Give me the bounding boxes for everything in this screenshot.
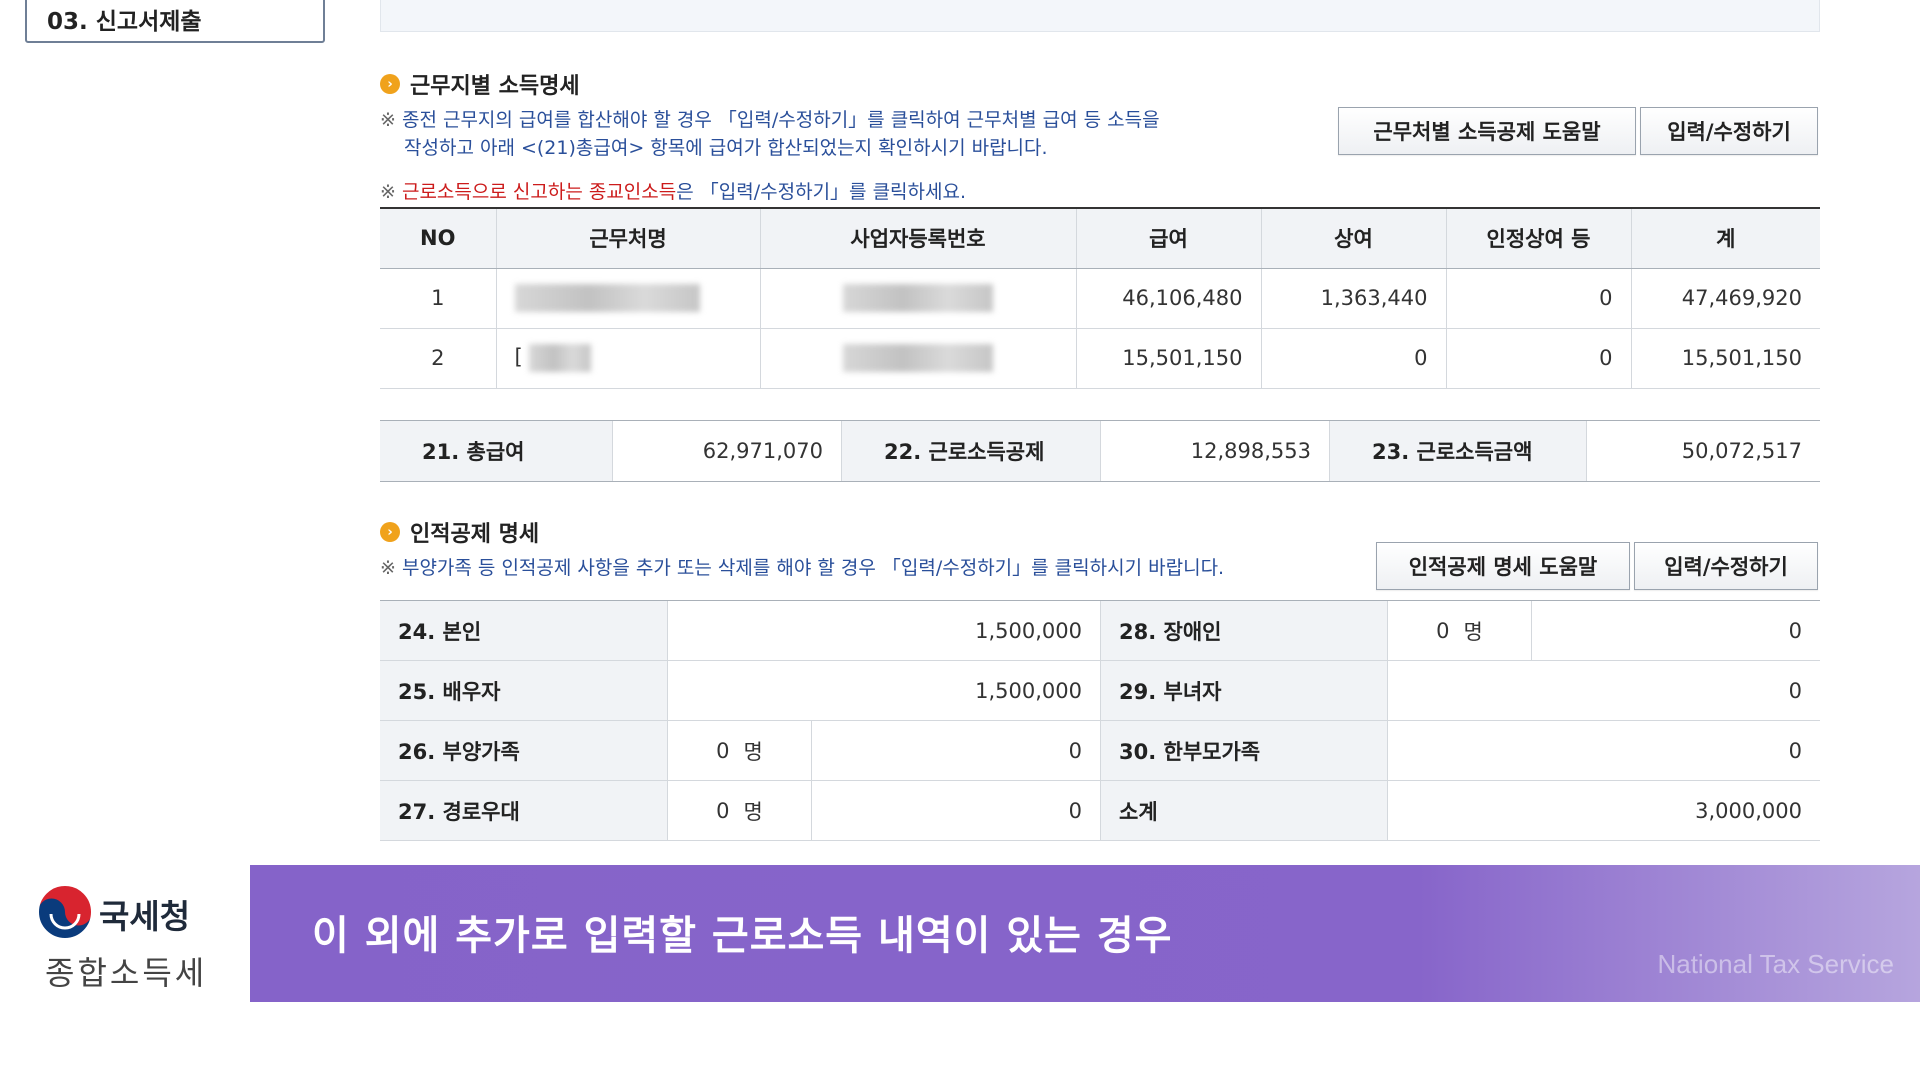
income-amount-label: 23. 근로소득금액 — [1330, 421, 1586, 481]
taegeuk-logo-icon — [37, 884, 93, 940]
work-note-line2: 작성하고 아래 <(21)총급여> 항목에 급여가 합산되었는지 확인하시기 바… — [404, 137, 1048, 159]
col-header-salary: 급여 — [1075, 207, 1261, 269]
col-header-name: 근무처명 — [495, 207, 760, 269]
personal-note: ※ 부양가족 등 인적공제 사항을 추가 또는 삭제를 해야 할 경우 「입력/… — [380, 554, 1224, 582]
cell-name-redacted: [ — [495, 328, 760, 389]
subtotal-value: 3,000,000 — [1387, 781, 1820, 840]
col-header-bizno: 사업자등록번호 — [759, 207, 1076, 269]
elderly-value: 0 — [811, 781, 1100, 840]
religious-note-rest: 은 「입력/수정하기」를 클릭하세요. — [676, 181, 967, 203]
cell-salary: 15,501,150 — [1075, 328, 1261, 389]
spouse-label: 25. 배우자 — [380, 661, 667, 720]
work-section-title-text: 근무지별 소득명세 — [410, 74, 580, 99]
income-summary: 21. 총급여 62,971,070 22. 근로소득공제 12,898,553… — [380, 420, 1820, 482]
cell-salary: 46,106,480 — [1075, 268, 1261, 329]
table-row: 25. 배우자 1,500,000 29. 부녀자 0 — [380, 661, 1820, 721]
cell-bonus: 1,363,440 — [1260, 268, 1446, 329]
redacted-block — [514, 284, 700, 312]
work-note-line1: 종전 근무지의 급여를 합산해야 할 경우 「입력/수정하기」를 클릭하여 근무… — [401, 109, 1160, 131]
deduction-label: 22. 근로소득공제 — [842, 421, 1100, 481]
work-edit-button[interactable]: 입력/수정하기 — [1640, 107, 1818, 155]
note-mark: ※ — [380, 109, 396, 131]
personal-note-text: 부양가족 등 인적공제 사항을 추가 또는 삭제를 해야 할 경우 「입력/수정… — [401, 557, 1225, 579]
elderly-label: 27. 경로우대 — [380, 781, 667, 840]
note-mark: ※ — [380, 181, 396, 203]
table-row: 27. 경로우대 0명 0 소계 3,000,000 — [380, 781, 1820, 841]
unit-label: 명 — [743, 739, 763, 764]
chevron-right-icon: › — [380, 74, 400, 94]
col-header-bonus: 상여 — [1260, 207, 1446, 269]
work-section-title: › 근무지별 소득명세 — [380, 68, 580, 100]
self-label: 24. 본인 — [380, 601, 667, 660]
income-amount-value: 50,072,517 — [1586, 421, 1820, 481]
cell-no: 1 — [380, 268, 496, 329]
table-row: 2 [ 15,501,150 0 0 15,501,150 — [380, 328, 1820, 389]
banner-caption: 이 외에 추가로 입력할 근로소득 내역이 있는 경우 — [312, 913, 1173, 959]
name-fragment: [ — [514, 345, 523, 369]
dependents-count-value: 0 — [716, 738, 730, 763]
personal-section-title: › 인적공제 명세 — [380, 516, 539, 548]
table-header-row: NO 근무처명 사업자등록번호 급여 상여 인정상여 등 계 — [380, 207, 1820, 269]
personal-help-button[interactable]: 인적공제 명세 도움말 — [1376, 542, 1630, 590]
female-value: 0 — [1387, 661, 1820, 720]
col-header-no: NO — [380, 207, 496, 269]
subtotal-label: 소계 — [1100, 781, 1387, 840]
cell-recognized: 0 — [1445, 268, 1631, 329]
step-label: 03. 신고서제출 — [47, 9, 202, 35]
elderly-count-value: 0 — [716, 798, 730, 823]
work-income-table: NO 근무처명 사업자등록번호 급여 상여 인정상여 등 계 1 46,106,… — [380, 207, 1820, 389]
top-panel — [380, 0, 1820, 32]
disabled-value: 0 — [1531, 601, 1820, 660]
cell-recognized: 0 — [1445, 328, 1631, 389]
cell-bizno-redacted — [759, 268, 1076, 329]
self-value: 1,500,000 — [667, 601, 1100, 660]
banner-brand: National Tax Service — [1657, 949, 1894, 979]
dependents-label: 26. 부양가족 — [380, 721, 667, 780]
deduction-value: 12,898,553 — [1100, 421, 1330, 481]
personal-edit-button[interactable]: 입력/수정하기 — [1634, 542, 1818, 590]
table-row: 1 46,106,480 1,363,440 0 47,469,920 — [380, 268, 1820, 329]
redacted-block — [529, 344, 592, 372]
cell-total: 15,501,150 — [1630, 328, 1820, 389]
unit-label: 명 — [743, 799, 763, 824]
unit-label: 명 — [1463, 619, 1483, 644]
disabled-count-value: 0 — [1436, 618, 1450, 643]
spouse-value: 1,500,000 — [667, 661, 1100, 720]
religious-note-red: 근로소득으로 신고하는 종교인소득 — [401, 181, 677, 203]
note-mark: ※ — [380, 557, 396, 579]
work-note: ※ 종전 근무지의 급여를 합산해야 할 경우 「입력/수정하기」를 클릭하여 … — [380, 106, 1160, 162]
religious-note: ※ 근로소득으로 신고하는 종교인소득은 「입력/수정하기」를 클릭하세요. — [380, 178, 966, 206]
disabled-count: 0명 — [1387, 601, 1531, 660]
cell-bizno-redacted — [759, 328, 1076, 389]
caption-banner: 이 외에 추가로 입력할 근로소득 내역이 있는 경우 National Tax… — [250, 865, 1920, 1002]
logo-subtitle: 종합소득세 — [45, 954, 208, 992]
cell-bonus: 0 — [1260, 328, 1446, 389]
total-salary-value: 62,971,070 — [612, 421, 842, 481]
col-header-total: 계 — [1630, 207, 1820, 269]
redacted-block — [843, 284, 993, 312]
total-salary-label: 21. 총급여 — [380, 421, 612, 481]
female-label: 29. 부녀자 — [1100, 661, 1387, 720]
single-parent-label: 30. 한부모가족 — [1100, 721, 1387, 780]
nts-logo: 국세청 종합소득세 — [37, 884, 237, 994]
cell-name-redacted — [495, 268, 760, 329]
col-header-recognized: 인정상여 등 — [1445, 207, 1631, 269]
dependents-value: 0 — [811, 721, 1100, 780]
single-parent-value: 0 — [1387, 721, 1820, 780]
cell-no: 2 — [380, 328, 496, 389]
personal-section-title-text: 인적공제 명세 — [410, 522, 540, 547]
table-row: 26. 부양가족 0명 0 30. 한부모가족 0 — [380, 721, 1820, 781]
logo-title: 국세청 — [99, 897, 191, 936]
dependents-count: 0명 — [667, 721, 811, 780]
work-help-button[interactable]: 근무처별 소득공제 도움말 — [1338, 107, 1636, 155]
elderly-count: 0명 — [667, 781, 811, 840]
table-row: 24. 본인 1,500,000 28. 장애인 0명 0 — [380, 601, 1820, 661]
personal-deduction-table: 24. 본인 1,500,000 28. 장애인 0명 0 25. 배우자 1,… — [380, 600, 1820, 841]
step-indicator[interactable]: 03. 신고서제출 — [25, 0, 325, 43]
chevron-right-icon: › — [380, 522, 400, 542]
cell-total: 47,469,920 — [1630, 268, 1820, 329]
redacted-block — [843, 344, 993, 372]
disabled-label: 28. 장애인 — [1100, 601, 1387, 660]
